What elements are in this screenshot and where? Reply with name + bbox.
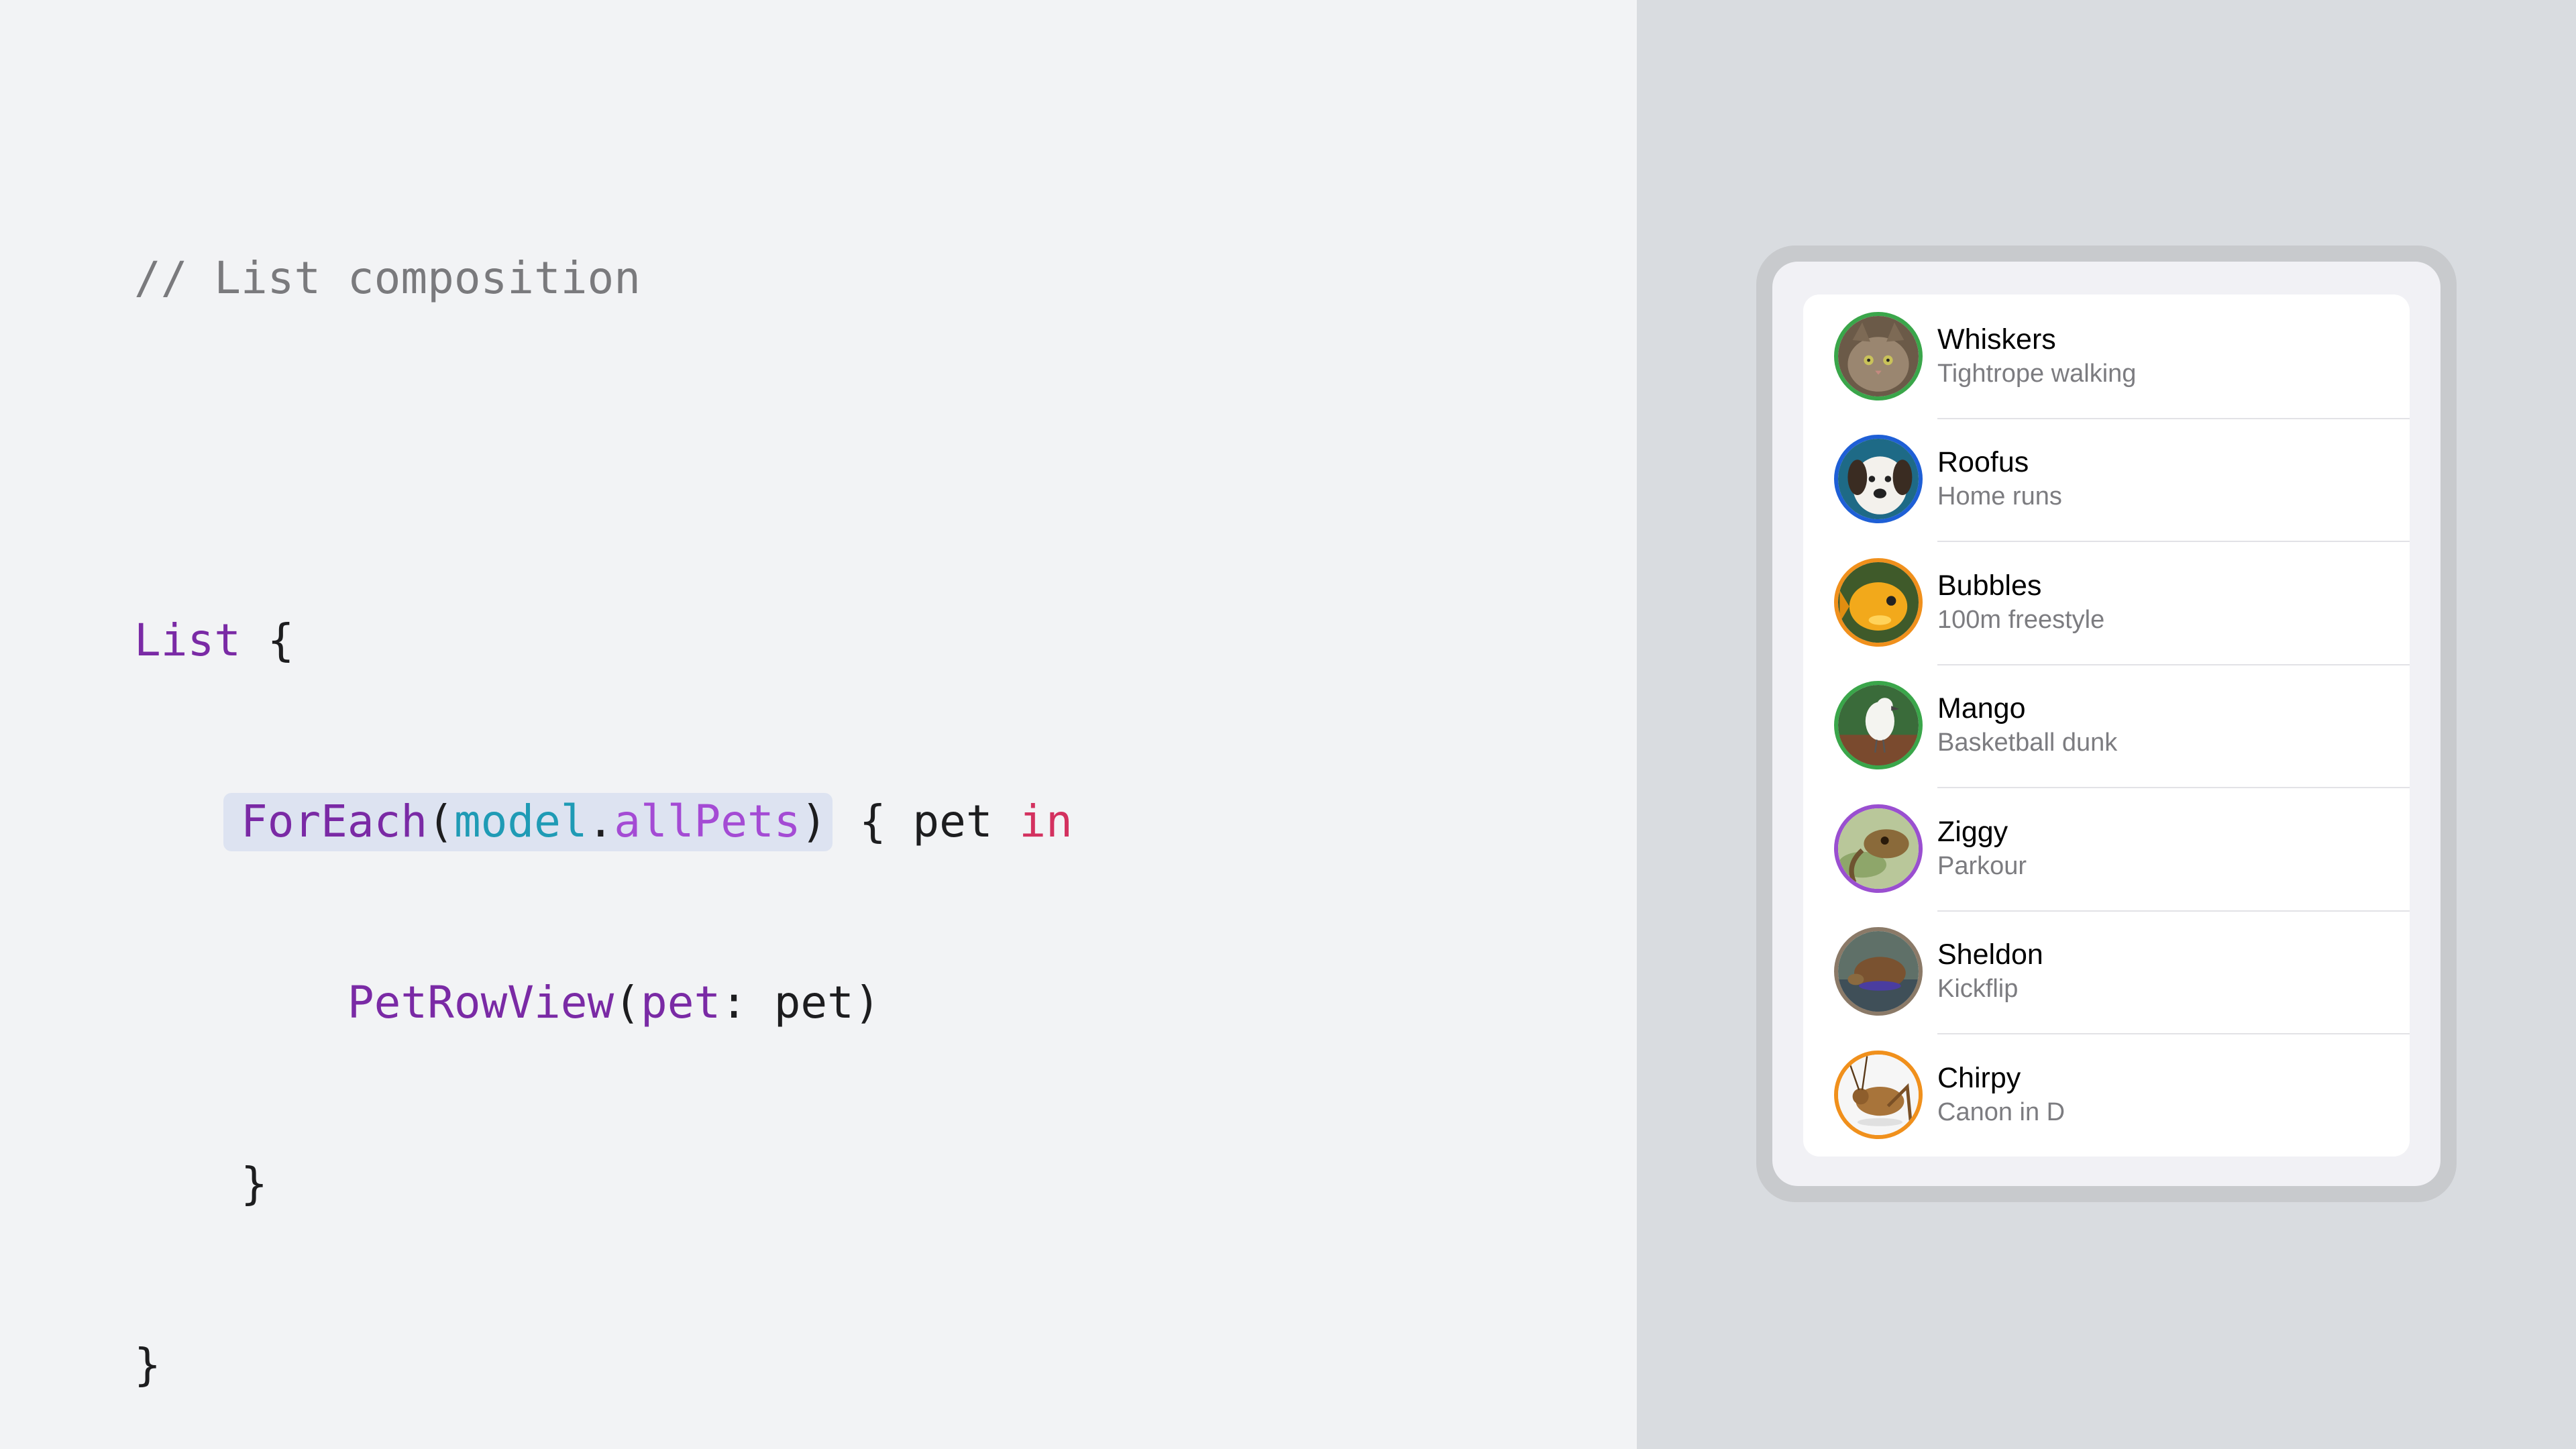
pet-row-text: Mango Basketball dunk — [1937, 691, 2117, 759]
pet-list: Whiskers Tightrope walking Roofus Home runs… — [1803, 294, 2410, 1157]
code-line-3: List { — [134, 610, 1073, 671]
code-block: // List composition List { ForEach(model… — [134, 127, 1073, 1449]
pet-arg-rest: : pet) — [720, 977, 881, 1028]
code-line-7: } — [134, 1335, 1073, 1395]
pet-row[interactable]: Mango Basketball dunk — [1803, 663, 2410, 788]
cat-photo-icon — [1834, 311, 1923, 400]
cricket-photo-icon — [1834, 1050, 1923, 1139]
pet-name: Ziggy — [1937, 815, 2008, 848]
rowview-paren: ( — [614, 977, 641, 1028]
foreach-keyword: ForEach — [240, 796, 428, 847]
foreach-paren-open: ( — [427, 796, 454, 847]
in-keyword: in — [1019, 796, 1073, 847]
pet-row-text: Whiskers Tightrope walking — [1937, 322, 2136, 390]
pet-name: Roofus — [1937, 446, 2029, 479]
code-line-6: } — [134, 1154, 1073, 1214]
bird-photo-icon — [1834, 681, 1923, 770]
pet-row-text: Roofus Home runs — [1937, 445, 2062, 513]
pet-name: Mango — [1937, 692, 2026, 725]
petrowview-type: PetRowView — [347, 977, 614, 1028]
lizard-photo-icon — [1834, 804, 1923, 893]
pet-name: Bubbles — [1937, 569, 2042, 602]
pet-trick: Kickflip — [1937, 975, 2019, 1004]
pet-row-text: Sheldon Kickflip — [1937, 937, 2043, 1006]
closure-head: { pet — [833, 796, 1020, 847]
ipad-frame: Whiskers Tightrope walking Roofus Home runs… — [1756, 246, 2457, 1202]
device-screen: Whiskers Tightrope walking Roofus Home runs… — [1772, 262, 2440, 1186]
pet-row-text: Ziggy Parkour — [1937, 814, 2027, 883]
foreach-paren-close: ) — [800, 796, 828, 847]
code-line-5: PetRowView(pet: pet) — [134, 973, 1073, 1033]
code-comment: // List composition — [134, 252, 641, 304]
pet-row[interactable]: Roofus Home runs — [1803, 417, 2410, 541]
pet-arg-label: pet — [641, 977, 721, 1028]
allpets-property: allPets — [614, 796, 801, 847]
code-line-1: // List composition — [134, 248, 1073, 309]
model-identifier: model — [453, 796, 588, 847]
code-panel: // List composition List { ForEach(model… — [0, 0, 1637, 1449]
list-keyword: List — [134, 614, 241, 666]
turtle-photo-icon — [1834, 927, 1923, 1016]
dog-photo-icon — [1834, 435, 1923, 524]
pet-trick: Parkour — [1937, 851, 2027, 880]
pet-row-text: Chirpy Canon in D — [1937, 1061, 2065, 1129]
pet-trick: Tightrope walking — [1937, 359, 2137, 388]
preview-panel: Whiskers Tightrope walking Roofus Home runs… — [1637, 0, 2576, 1449]
outer-close-brace: } — [134, 1339, 161, 1391]
fish-photo-icon — [1834, 557, 1923, 647]
pet-name: Chirpy — [1937, 1061, 2021, 1094]
pet-row[interactable]: Bubbles 100m freestyle — [1803, 541, 2410, 664]
pet-name: Sheldon — [1937, 938, 2043, 971]
inner-close-brace: } — [240, 1158, 268, 1210]
pet-row-text: Bubbles 100m freestyle — [1937, 568, 2104, 637]
pet-row[interactable]: Ziggy Parkour — [1803, 787, 2410, 910]
pet-trick: Canon in D — [1937, 1097, 2065, 1126]
pet-row[interactable]: Whiskers Tightrope walking — [1803, 294, 2410, 418]
pet-row[interactable]: Chirpy Canon in D — [1803, 1033, 2410, 1157]
pet-trick: Basketball dunk — [1937, 729, 2118, 757]
pet-trick: Home runs — [1937, 482, 2062, 511]
pet-name: Whiskers — [1937, 323, 2056, 356]
pet-row[interactable]: Sheldon Kickflip — [1803, 910, 2410, 1034]
code-line-4: ForEach(model.allPets) { pet in — [134, 792, 1073, 852]
foreach-highlight: ForEach(model.allPets) — [223, 793, 833, 851]
dot-operator: . — [587, 796, 614, 847]
open-brace: { — [240, 614, 294, 666]
pet-trick: 100m freestyle — [1937, 605, 2105, 634]
